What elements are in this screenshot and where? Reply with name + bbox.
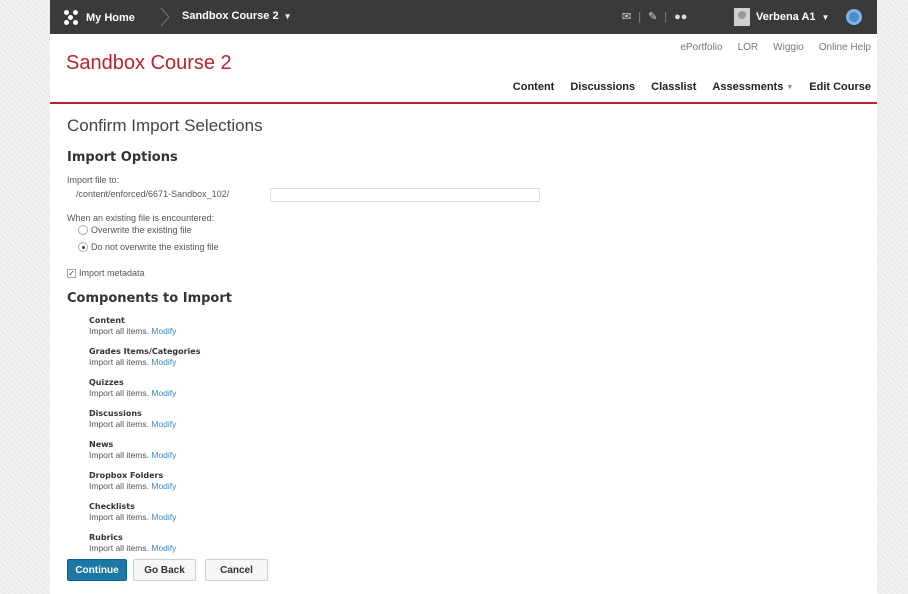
course-header: Sandbox Course 2 ePortfolio LOR Wiggio O… <box>50 34 877 102</box>
existing-file-label: When an existing file is encountered: <box>67 213 215 223</box>
go-back-button[interactable]: Go Back <box>133 559 196 581</box>
course-title[interactable]: Sandbox Course 2 <box>66 52 232 75</box>
component-name: Checklists <box>89 502 135 511</box>
avatar <box>734 8 750 26</box>
modify-link[interactable]: Modify <box>151 450 176 460</box>
component-item: Rubrics Import all items. Modify <box>89 533 176 553</box>
online-help-link[interactable]: Online Help <box>819 42 871 53</box>
icon-divider: | <box>638 10 642 23</box>
modify-link[interactable]: Modify <box>151 326 176 336</box>
page-title: Confirm Import Selections <box>67 116 263 135</box>
nav-discussions[interactable]: Discussions <box>570 81 635 93</box>
component-name: Dropbox Folders <box>89 471 164 480</box>
import-path-prefix: /content/enforced/6671-Sandbox_102/ <box>76 189 230 199</box>
overwrite-radio[interactable] <box>78 225 88 235</box>
my-home-link[interactable]: My Home <box>64 10 135 26</box>
component-desc: Import all items. <box>89 481 149 491</box>
top-navbar: My Home Sandbox Course 2 ▼ ✉ | ✎ | ●● Ve… <box>50 0 877 34</box>
modify-link[interactable]: Modify <box>151 419 176 429</box>
import-metadata-checkbox[interactable]: ✓ <box>67 268 76 278</box>
nav-assessments[interactable]: Assessments ▼ <box>712 81 793 93</box>
component-item: News Import all items. Modify <box>89 440 176 460</box>
overwrite-label: Overwrite the existing file <box>91 225 192 235</box>
component-item: Checklists Import all items. Modify <box>89 502 176 522</box>
component-desc: Import all items. <box>89 543 149 553</box>
component-name: News <box>89 440 114 449</box>
component-item: Discussions Import all items. Modify <box>89 409 176 429</box>
chevron-down-icon: ▼ <box>283 11 292 21</box>
no-overwrite-label: Do not overwrite the existing file <box>91 242 219 252</box>
eportfolio-link[interactable]: ePortfolio <box>680 42 722 53</box>
modify-link[interactable]: Modify <box>151 543 176 553</box>
nav-assessments-label: Assessments <box>712 81 784 93</box>
utility-links: ePortfolio LOR Wiggio Online Help <box>680 42 871 53</box>
component-item: Quizzes Import all items. Modify <box>89 378 176 398</box>
modify-link[interactable]: Modify <box>151 388 176 398</box>
gear-icon[interactable] <box>846 9 862 25</box>
component-desc: Import all items. <box>89 388 149 398</box>
modify-link[interactable]: Modify <box>151 481 176 491</box>
component-name: Rubrics <box>89 533 123 542</box>
component-name: Content <box>89 316 125 325</box>
user-menu[interactable]: Verbena A1 ▼ <box>734 8 829 26</box>
components-heading: Components to Import <box>67 291 232 306</box>
cancel-button[interactable]: Cancel <box>205 559 268 581</box>
lor-link[interactable]: LOR <box>738 42 759 53</box>
component-item: Grades Items/Categories Import all items… <box>89 347 200 367</box>
update-alerts-icon[interactable]: ●● <box>674 11 687 23</box>
nav-edit-course[interactable]: Edit Course <box>809 81 871 93</box>
component-desc: Import all items. <box>89 357 149 367</box>
chevron-down-icon: ▼ <box>821 12 830 22</box>
component-item: Dropbox Folders Import all items. Modify <box>89 471 176 491</box>
breadcrumb-separator-icon <box>160 7 170 27</box>
subscription-alerts-icon[interactable]: ✎ <box>648 10 657 23</box>
nav-content[interactable]: Content <box>513 81 555 93</box>
import-metadata-option[interactable]: ✓ Import metadata <box>67 268 145 278</box>
modify-link[interactable]: Modify <box>151 357 176 367</box>
component-desc: Import all items. <box>89 419 149 429</box>
home-icon <box>64 10 80 26</box>
icon-divider: | <box>664 10 668 23</box>
user-name: Verbena A1 <box>756 11 816 23</box>
main-content: Confirm Import Selections Import Options… <box>50 104 877 594</box>
message-alerts-icon[interactable]: ✉ <box>622 10 631 23</box>
overwrite-option[interactable]: Overwrite the existing file <box>78 225 192 235</box>
continue-button[interactable]: Continue <box>67 559 127 581</box>
component-desc: Import all items. <box>89 326 149 336</box>
component-name: Discussions <box>89 409 142 418</box>
component-item: Content Import all items. Modify <box>89 316 176 336</box>
wiggio-link[interactable]: Wiggio <box>773 42 804 53</box>
component-name: Quizzes <box>89 378 124 387</box>
import-path-input[interactable] <box>270 188 540 202</box>
no-overwrite-option[interactable]: Do not overwrite the existing file <box>78 242 219 252</box>
no-overwrite-radio[interactable] <box>78 242 88 252</box>
course-nav: Content Discussions Classlist Assessment… <box>513 81 871 93</box>
import-metadata-label: Import metadata <box>79 268 145 278</box>
notification-icons: ✉ | ✎ | ●● <box>622 10 687 24</box>
my-home-label: My Home <box>86 12 135 24</box>
component-desc: Import all items. <box>89 512 149 522</box>
content-panel: Confirm Import Selections Import Options… <box>50 104 877 594</box>
nav-classlist[interactable]: Classlist <box>651 81 696 93</box>
chevron-down-icon: ▼ <box>786 83 794 91</box>
course-selector-label: Sandbox Course 2 <box>182 10 279 22</box>
component-name: Grades Items/Categories <box>89 347 201 356</box>
import-options-heading: Import Options <box>67 150 178 165</box>
import-file-to-label: Import file to: <box>67 175 120 185</box>
modify-link[interactable]: Modify <box>151 512 176 522</box>
component-desc: Import all items. <box>89 450 149 460</box>
page-frame: My Home Sandbox Course 2 ▼ ✉ | ✎ | ●● Ve… <box>50 0 877 594</box>
course-selector[interactable]: Sandbox Course 2 ▼ <box>182 10 292 22</box>
